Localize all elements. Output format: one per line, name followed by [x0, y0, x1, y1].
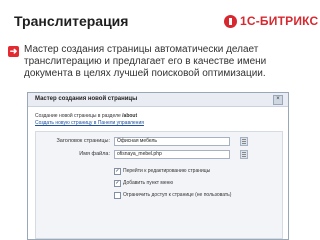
close-icon[interactable]: ×	[273, 95, 283, 105]
add-menu-item-checkbox-label: Добавить пункт меню	[123, 180, 174, 186]
logo-text: 1С-БИТРИКС	[240, 14, 319, 28]
new-page-wizard-dialog: Мастер создания новой страницы × Создани…	[27, 92, 289, 240]
info-path: /about	[122, 113, 138, 119]
page-title-label: Заголовок страницы:	[56, 138, 110, 144]
file-name-input[interactable]: ofisnaya_mebel.php	[114, 150, 230, 159]
page-title-input[interactable]: Офисная мебель	[114, 137, 230, 146]
arrow-right-icon: ➜	[8, 46, 19, 57]
add-menu-item-checkbox[interactable]: ✓	[114, 180, 121, 187]
slide-description: Мастер создания страницы автоматически д…	[24, 44, 267, 79]
file-name-label: Имя файла:	[79, 151, 110, 157]
slide-title: Транслитерация	[14, 13, 129, 29]
info-prefix: Создание новой страницы в разделе	[35, 113, 123, 119]
dialog-info: Создание новой страницы в разделе /about…	[35, 113, 144, 127]
control-panel-link[interactable]: Создать новую страницу в Панели управлен…	[35, 120, 144, 127]
restrict-access-checkbox[interactable]	[114, 192, 121, 199]
edit-page-checkbox[interactable]: ✓	[114, 168, 121, 175]
bitrix-logo-icon	[224, 14, 237, 28]
dialog-info-line: Создание новой страницы в разделе /about	[35, 113, 144, 120]
list-icon[interactable]	[240, 137, 248, 146]
form-panel: Заголовок страницы: Офисная мебель Имя ф…	[35, 131, 283, 239]
dialog-title: Мастер создания новой страницы	[35, 96, 138, 102]
restrict-access-checkbox-label: Ограничить доступ к странице (не пользов…	[123, 192, 232, 198]
edit-page-checkbox-label: Перейти к редактированию страницы	[123, 168, 211, 174]
dialog-header: Мастер создания новой страницы ×	[28, 93, 288, 107]
list-icon[interactable]	[240, 150, 248, 159]
bitrix-logo: 1С-БИТРИКС	[224, 11, 318, 31]
